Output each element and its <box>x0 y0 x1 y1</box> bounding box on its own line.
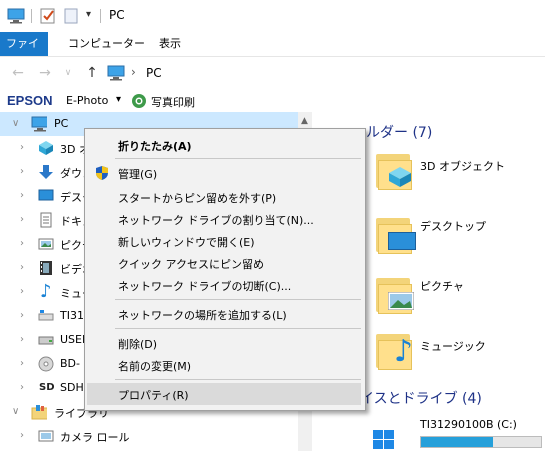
title-bar: ▾ PC <box>0 0 545 32</box>
chevron-right-icon[interactable]: › <box>20 286 30 298</box>
tree-item-camera-roll[interactable]: › カメラ ロール <box>0 424 312 448</box>
menu-item-delete[interactable]: 削除(D) <box>87 332 361 354</box>
devices-group-title[interactable]: イスとドライブ (4) <box>360 388 482 408</box>
tab-computer[interactable]: コンピューター <box>59 32 154 56</box>
menu-item-properties[interactable]: プロパティ(R) <box>87 383 361 405</box>
menu-separator <box>115 299 361 300</box>
chevron-down-icon[interactable]: ∨ <box>12 118 22 130</box>
chevron-right-icon[interactable]: › <box>20 166 30 178</box>
up-arrow-icon[interactable]: ↑ <box>84 65 100 81</box>
desktop-icon <box>38 189 54 201</box>
folder-label[interactable]: 3D オブジェクト <box>420 158 505 174</box>
menu-item-manage[interactable]: 管理(G) <box>87 162 361 184</box>
back-arrow-icon[interactable]: ← <box>10 65 26 81</box>
menu-item-map-network-drive[interactable]: ネットワーク ドライブの割り当て(N)... <box>87 208 361 230</box>
pc-icon <box>7 8 25 24</box>
recent-dropdown-icon[interactable]: ∨ <box>60 65 76 81</box>
e-photo-dropdown-icon[interactable]: ▾ <box>116 94 121 105</box>
photo-print-button[interactable]: 写真印刷 <box>151 94 195 110</box>
folder-3d-objects-icon[interactable] <box>376 152 420 190</box>
menu-item-rename[interactable]: 名前の変更(M) <box>87 354 361 376</box>
folder-label[interactable]: ミュージック <box>420 338 486 354</box>
chevron-right-icon[interactable]: › <box>20 214 30 226</box>
breadcrumb-separator: › <box>131 65 136 79</box>
menu-item-open-new-window[interactable]: 新しいウィンドウで開く(E) <box>87 230 361 252</box>
menu-item-unpin-start[interactable]: スタートからピン留めを外す(P) <box>87 186 361 208</box>
drive-usage-fill <box>421 437 493 447</box>
properties-qat-icon[interactable] <box>40 8 56 24</box>
download-arrow-icon <box>39 165 53 179</box>
tree-label: PC <box>54 117 69 130</box>
forward-arrow-icon[interactable]: → <box>37 65 53 81</box>
chevron-right-icon[interactable]: › <box>20 190 30 202</box>
chevron-right-icon[interactable]: › <box>20 358 30 370</box>
tree-label: TI31 <box>60 309 84 322</box>
drive-label[interactable]: TI31290100B (C:) <box>420 418 517 431</box>
menu-separator <box>115 328 361 329</box>
navigation-bar: ← → ∨ ↑ › PC <box>0 57 545 89</box>
windows-drive-icon[interactable] <box>372 428 396 452</box>
chevron-right-icon[interactable]: › <box>20 382 30 394</box>
chevron-right-icon[interactable]: › <box>20 142 30 154</box>
tree-label: USEI <box>60 333 86 346</box>
address-pc-icon <box>107 65 125 81</box>
folder-desktop-icon[interactable] <box>376 216 420 254</box>
ribbon: ファイル コンピューター 表示 <box>0 32 545 74</box>
usb-drive-icon <box>38 336 54 345</box>
folder-pictures-icon[interactable] <box>376 276 420 314</box>
chevron-right-icon[interactable]: › <box>20 334 30 346</box>
tree-label: カメラ ロール <box>60 431 130 444</box>
music-note-icon: ♪ <box>40 281 52 302</box>
e-photo-label[interactable]: E-Photo <box>66 94 108 107</box>
new-folder-qat-icon[interactable] <box>64 8 78 24</box>
uac-shield-icon <box>96 166 108 180</box>
pictures-icon <box>38 238 54 250</box>
menu-item-add-network-location[interactable]: ネットワークの場所を追加する(L) <box>87 303 361 325</box>
chevron-down-icon[interactable]: ∨ <box>12 406 22 418</box>
window-title: PC <box>109 8 125 22</box>
chevron-right-icon[interactable]: › <box>20 310 30 322</box>
folder-music-icon[interactable]: ♪ <box>376 332 420 370</box>
menu-separator <box>115 379 361 380</box>
chevron-right-icon[interactable]: › <box>20 238 30 250</box>
qat-dropdown-icon[interactable]: ▾ <box>86 9 91 20</box>
menu-item-collapse[interactable]: 折りたたみ(A) <box>87 134 361 156</box>
epson-logo: EPSON <box>7 93 53 108</box>
chevron-right-icon[interactable]: › <box>20 430 30 442</box>
windows-drive-icon <box>38 310 54 321</box>
pc-icon <box>31 116 47 132</box>
sd-card-icon: SD <box>39 382 55 393</box>
scroll-up-icon[interactable]: ▲ <box>301 116 308 126</box>
video-film-icon <box>40 261 52 275</box>
epson-toolbar: EPSON E-Photo ▾ 写真印刷 <box>0 90 545 112</box>
menu-item-pin-quick-access[interactable]: クイック アクセスにピン留め <box>87 252 361 274</box>
tab-file[interactable]: ファイル <box>0 32 48 74</box>
drive-usage-bar <box>420 436 542 448</box>
photo-print-icon <box>132 94 146 108</box>
folder-label[interactable]: ピクチャ <box>420 278 464 294</box>
chevron-right-icon[interactable]: › <box>20 262 30 274</box>
document-icon <box>40 212 52 228</box>
tree-label: SDH <box>60 381 84 394</box>
library-icon <box>31 405 47 420</box>
folder-label[interactable]: デスクトップ <box>420 218 486 234</box>
menu-separator <box>115 158 361 159</box>
3d-objects-icon <box>39 141 53 155</box>
tab-view[interactable]: 表示 <box>150 32 190 56</box>
tree-label: BD- <box>60 357 80 370</box>
context-menu: 折りたたみ(A) 管理(G) スタートからピン留めを外す(P) ネットワーク ド… <box>84 128 366 411</box>
optical-disc-icon <box>38 356 54 372</box>
camera-roll-icon <box>38 430 54 442</box>
breadcrumb-pc[interactable]: PC <box>146 66 162 80</box>
menu-item-disconnect-drive[interactable]: ネットワーク ドライブの切断(C)... <box>87 274 361 296</box>
